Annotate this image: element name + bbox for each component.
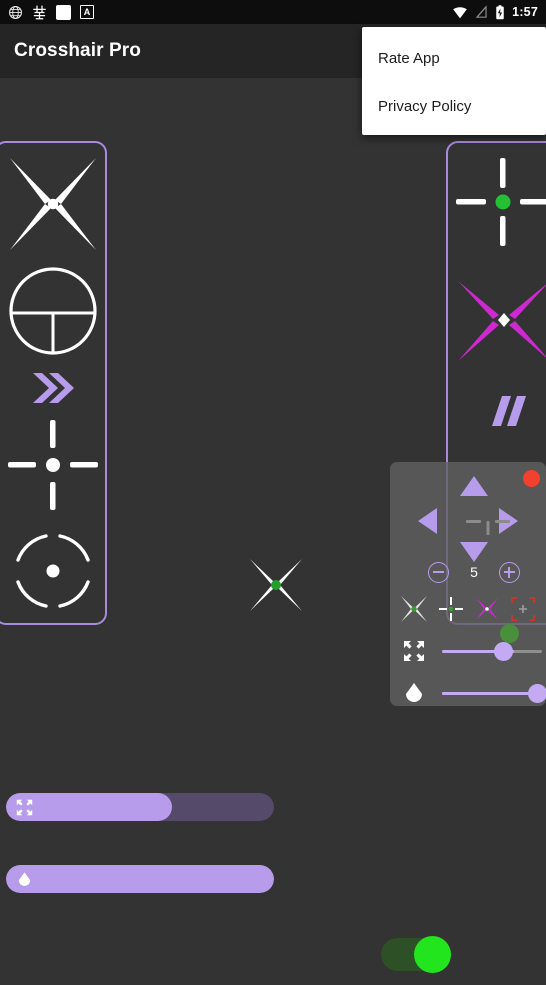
circle-bracket-dot-crosshair <box>15 534 90 608</box>
opacity-slider[interactable] <box>438 672 546 706</box>
double-chevron-left-icon <box>492 396 526 426</box>
toggle-knob[interactable] <box>414 936 451 973</box>
position-dpad <box>418 476 518 564</box>
letter-a-icon: A <box>80 5 94 19</box>
plus-dot-crosshair <box>456 157 546 246</box>
decrease-button[interactable] <box>428 561 449 583</box>
move-down-button[interactable] <box>460 542 488 562</box>
plus-dot-crosshair[interactable] <box>438 596 464 622</box>
move-up-button[interactable] <box>460 476 488 496</box>
wifi-icon <box>453 6 467 18</box>
status-bar-clock: 1:57 <box>512 5 538 19</box>
size-stepper[interactable]: 5 <box>428 560 520 584</box>
app-screen: A 1:57 Crosshair Pro Rate App Privacy Po… <box>0 0 546 985</box>
status-bar-left-icons: A <box>8 4 94 20</box>
slider-fill <box>6 865 274 893</box>
overlay-toggle[interactable] <box>381 936 451 973</box>
x-burst-crosshair <box>9 158 96 250</box>
x-burst-crosshair <box>458 281 546 361</box>
left-item-x-burst[interactable] <box>0 149 109 259</box>
resize-icon <box>404 641 424 661</box>
crosshair-preview[interactable] <box>246 555 306 615</box>
right-item-plus-green-dot[interactable] <box>448 147 546 257</box>
control-row-size[interactable] <box>390 624 546 672</box>
left-panel-items <box>0 143 105 623</box>
status-bar-right-icons: 1:57 <box>452 4 538 20</box>
increase-button[interactable] <box>498 561 520 583</box>
white-square-icon <box>56 4 71 20</box>
signal-off-icon <box>475 5 487 18</box>
battery-charging-icon <box>496 4 504 19</box>
green-marker-dot <box>500 624 519 643</box>
magenta-x-crosshair[interactable] <box>474 596 500 622</box>
style-strip[interactable] <box>438 588 546 630</box>
opacity-drop-icon <box>390 681 438 705</box>
resize-icon <box>16 799 33 816</box>
slider-track[interactable] <box>442 692 542 695</box>
menu-item-label: Rate App <box>378 49 440 67</box>
right-item-magenta-x[interactable] <box>448 261 546 379</box>
opacity-slider-main[interactable] <box>6 865 274 893</box>
left-item-scope-circle[interactable] <box>0 265 109 357</box>
double-chevron-right-icon <box>32 373 74 403</box>
globe-icon <box>9 5 22 19</box>
chinese-app-icon <box>33 5 46 19</box>
overflow-menu[interactable]: Rate App Privacy Policy <box>362 27 546 135</box>
red-bracket-crosshair[interactable] <box>510 596 536 622</box>
resize-icon <box>390 640 438 662</box>
slider-knob[interactable] <box>494 642 513 661</box>
menu-item-privacy-policy[interactable]: Privacy Policy <box>362 82 546 130</box>
scope-circle-crosshair <box>8 267 97 355</box>
menu-item-rate-app[interactable]: Rate App <box>362 34 546 82</box>
left-item-circle-bracket-dot[interactable] <box>0 521 109 621</box>
x-crosshair-icon[interactable] <box>390 594 438 624</box>
menu-item-label: Privacy Policy <box>378 97 472 115</box>
move-left-button[interactable] <box>418 508 437 534</box>
opacity-drop-icon <box>406 683 422 702</box>
left-item-expand-chevron[interactable] <box>0 365 109 411</box>
x-crosshair-icon <box>401 596 427 622</box>
size-slider-main[interactable] <box>6 793 274 821</box>
overlay-control-panel[interactable]: 5 <box>390 462 546 706</box>
right-item-collapse-chevron[interactable] <box>448 389 546 433</box>
size-slider[interactable] <box>438 624 546 672</box>
plus-dot-crosshair <box>7 420 98 510</box>
close-dot-button[interactable] <box>523 470 540 487</box>
overlay-stage: 5 <box>0 78 546 985</box>
left-item-plus-dot[interactable] <box>0 415 109 515</box>
crosshair-style-list-left[interactable] <box>0 141 107 625</box>
dpad-center-crosshair-icon <box>466 520 510 535</box>
control-row-opacity[interactable] <box>390 672 546 706</box>
opacity-drop-icon <box>18 872 31 886</box>
slider-track[interactable] <box>442 650 542 653</box>
x-burst-crosshair <box>250 559 302 611</box>
stepper-value: 5 <box>470 564 478 580</box>
slider-knob[interactable] <box>528 684 546 703</box>
status-bar: A 1:57 <box>0 0 546 24</box>
page-title: Crosshair Pro <box>14 40 141 61</box>
slider-fill <box>442 692 542 695</box>
